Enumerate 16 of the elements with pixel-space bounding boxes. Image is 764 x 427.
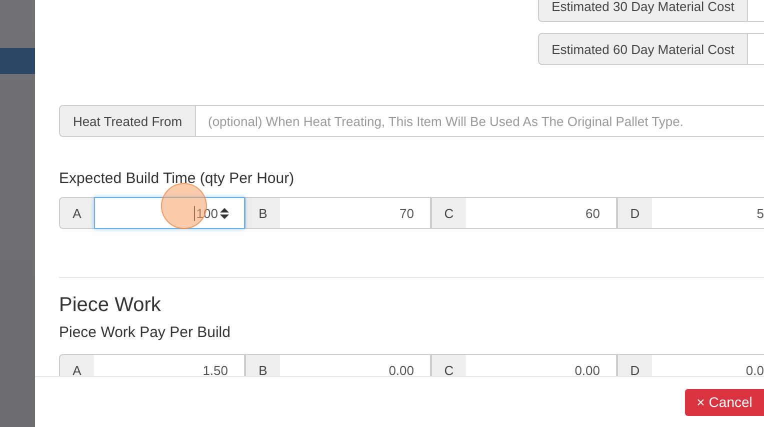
letter-addon: D [617,354,652,376]
field-label: Heat Treated From [59,105,196,137]
section-heading: Piece Work [59,293,162,317]
field-label: Estimated 30 Day Material Cost [538,0,748,22]
number-field[interactable]: 5 [652,197,764,229]
spinner-icon[interactable] [220,208,229,218]
sidebar-highlight [0,48,35,74]
field-label: Estimated 60 Day Material Cost [538,33,748,65]
number-field[interactable]: 0.0 [652,354,764,376]
section-label: Piece Work Pay Per Build [59,323,232,343]
letter-addon: D [617,197,652,229]
cancel-button[interactable]: × Cancel [685,388,764,416]
letter-addon: A [59,197,94,229]
text-cursor [194,206,196,220]
section-label: Expected Build Time (qty Per Hour) [59,169,296,189]
cost-field[interactable] [748,33,764,65]
